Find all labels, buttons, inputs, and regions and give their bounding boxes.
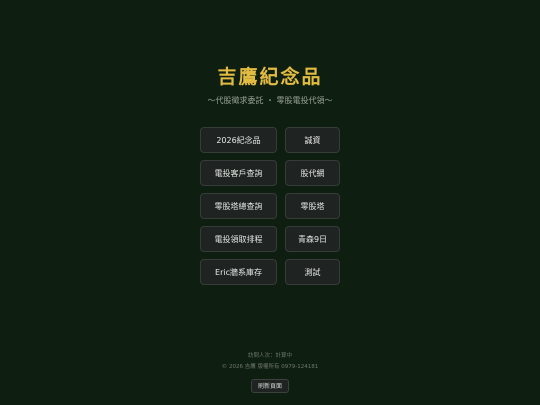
page-subtitle: 〜代股徵求委託 ・ 零股電投代領〜 xyxy=(207,96,333,105)
refresh-page-button[interactable]: 刷新頁面 xyxy=(250,379,289,393)
page-header: 吉鷹紀念品 〜代股徵求委託 ・ 零股電投代領〜 xyxy=(0,64,540,107)
souvenir-2026-button[interactable]: 2026紀念品 xyxy=(200,127,277,153)
chengzi-button[interactable]: 誠資 xyxy=(285,127,340,153)
page-title: 吉鷹紀念品 xyxy=(217,66,323,88)
odd-lot-tower-button[interactable]: 零股塔 xyxy=(285,193,340,219)
odd-lot-tower-query-button[interactable]: 零股塔總查詢 xyxy=(200,193,277,219)
e-vote-pickup-schedule-button[interactable]: 電投領取排程 xyxy=(200,226,277,252)
copyright-notice: © 2026 吉鷹 版權所有 0979-124181 xyxy=(221,364,319,370)
stock-agent-site-button[interactable]: 股代網 xyxy=(285,160,340,186)
e-vote-customer-query-button[interactable]: 電投客戶查詢 xyxy=(200,160,277,186)
eric-inventory-button[interactable]: Eric牆系庫存 xyxy=(200,259,277,285)
link-button-grid: 2026紀念品 誠資 電投客戶查詢 股代網 零股塔總查詢 零股塔 電投領取排程 … xyxy=(200,127,340,285)
aomori-9-day-button[interactable]: 青森9日 xyxy=(285,226,340,252)
visitor-counter: 訪問人次：計算中 xyxy=(247,353,292,359)
page-footer: 訪問人次：計算中 © 2026 吉鷹 版權所有 0979-124181 刷新頁面 xyxy=(0,351,540,393)
test-button[interactable]: 測試 xyxy=(285,259,340,285)
